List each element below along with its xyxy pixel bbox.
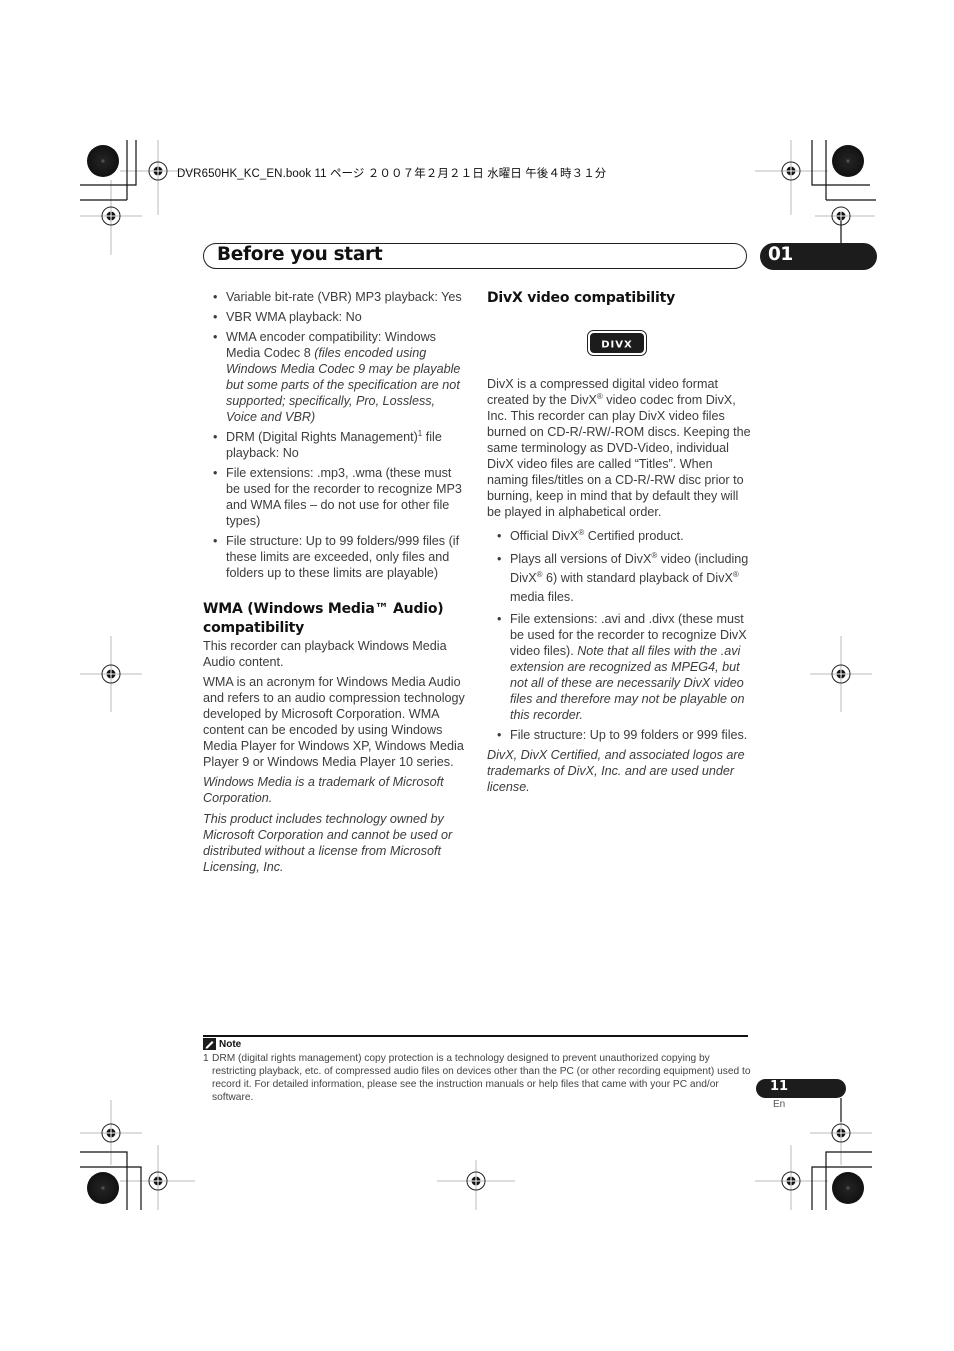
note-header: Note — [203, 1038, 241, 1050]
list-item: • File extensions: .avi and .divx (these … — [497, 612, 747, 722]
registration-disc — [87, 1172, 119, 1204]
divx-spec-list: • Official DivX® Certified product. • Play… — [487, 528, 752, 743]
svg-text:DIVX: DIVX — [601, 340, 632, 351]
right-column: DivX video compatibility DIVX DivX is a … — [487, 289, 752, 799]
list-item: • Official DivX® Certified product. — [497, 527, 684, 543]
paragraph: This recorder can playback Windows Media… — [203, 639, 447, 669]
registration-disc — [832, 1172, 864, 1204]
mp3-wma-spec-list: • Variable bit-rate (VBR) MP3 playback: Y… — [203, 289, 468, 581]
divx-heading: DivX video compatibility — [487, 290, 676, 306]
list-item: • File extensions: .mp3, .wma (these must… — [213, 466, 462, 528]
footnote: 1 DRM (digital rights management) copy p… — [203, 1053, 751, 1103]
language-code: En — [773, 1099, 786, 1110]
section-title: Before you start — [217, 244, 383, 265]
chapter-number: 01 — [768, 244, 793, 265]
list-item: • File structure: Up to 99 folders or 999… — [497, 728, 748, 742]
list-item: • Plays all versions of DivX® video (incl… — [497, 550, 749, 604]
paragraph: WMA is an acronym for Windows Media Audi… — [203, 675, 465, 769]
list-item: • File structure: Up to 99 folders/999 fi… — [213, 534, 460, 580]
license-notice: This product includes technology owned b… — [203, 812, 453, 874]
registration-disc — [832, 145, 864, 177]
list-item: • DRM (Digital Rights Management)1 file p… — [213, 428, 442, 460]
wma-heading: WMA (Windows Media™ Audio) compatibility — [203, 601, 444, 636]
registration-disc — [87, 145, 119, 177]
page-number: 11 — [770, 1079, 789, 1094]
print-slug-header: DVR650HK_KC_EN.book 11 ページ ２００７年２月２１日 水曜… — [177, 168, 607, 180]
list-item: • Variable bit-rate (VBR) MP3 playback: Y… — [213, 290, 462, 304]
pencil-note-icon — [203, 1038, 216, 1050]
divx-trademark-notice: DivX, DivX Certified, and associated log… — [487, 748, 745, 794]
divx-logo: DIVX — [587, 330, 647, 356]
left-column: • Variable bit-rate (VBR) MP3 playback: Y… — [203, 289, 468, 879]
note-divider — [203, 1035, 748, 1037]
list-item: • VBR WMA playback: No — [213, 310, 362, 324]
divx-intro: DivX is a compressed digital video forma… — [487, 377, 751, 519]
trademark-notice: Windows Media is a trademark of Microsof… — [203, 775, 444, 805]
list-item: • WMA encoder compatibility: Windows Medi… — [213, 330, 461, 424]
printer-marks — [80, 140, 876, 1210]
